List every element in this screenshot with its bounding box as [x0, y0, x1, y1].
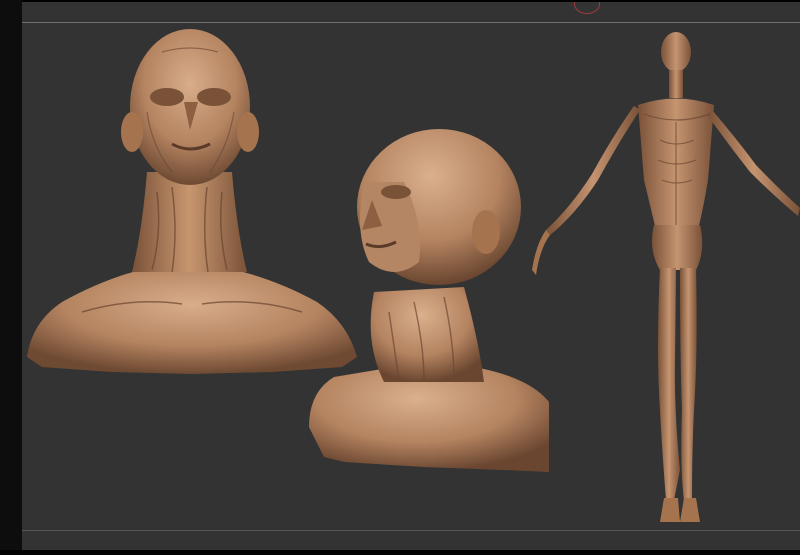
full-body-model[interactable] — [510, 30, 800, 530]
3d-viewport[interactable] — [22, 2, 800, 550]
bottom-status-bar — [0, 550, 800, 555]
navigation-gizmo-icon[interactable] — [574, 2, 600, 14]
viewport-bottom-edge-line — [22, 530, 800, 531]
sculpt-app-window — [0, 0, 800, 555]
left-tool-shelf — [0, 0, 22, 555]
